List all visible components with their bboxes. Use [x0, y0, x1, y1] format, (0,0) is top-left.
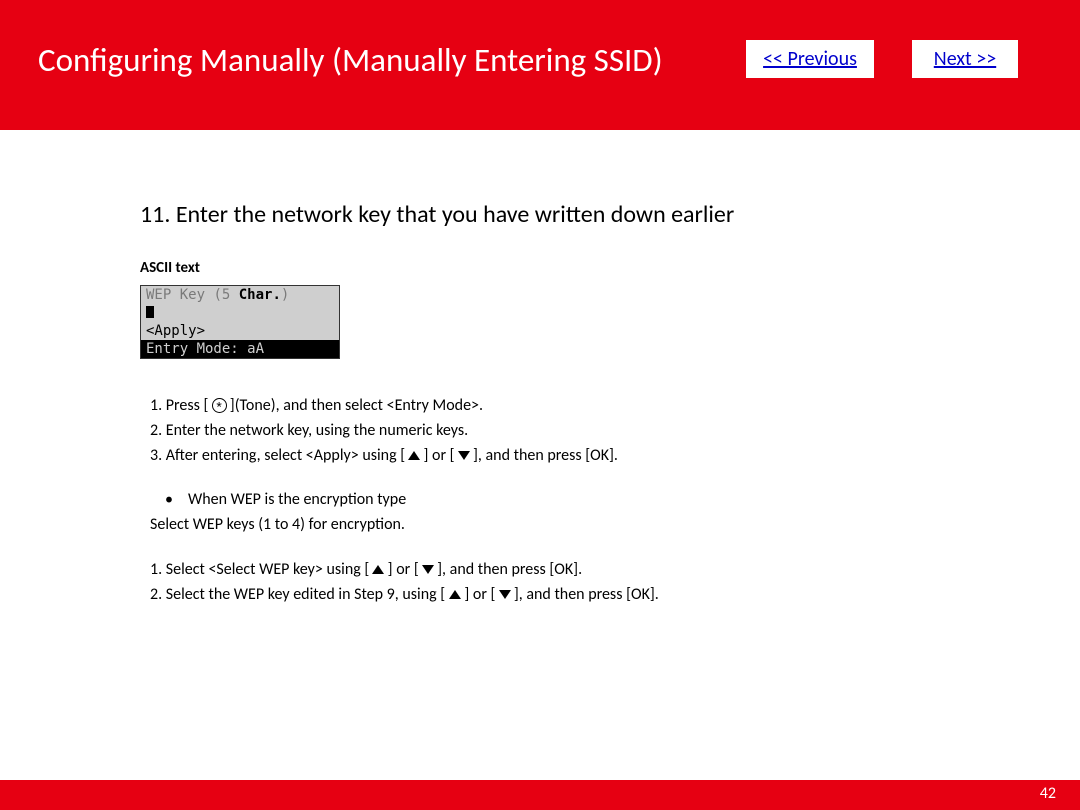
page-number: 42	[1040, 784, 1056, 803]
triangle-down-icon	[422, 565, 434, 574]
lcd-line1-po: (	[213, 287, 221, 303]
lcd-line1-gray: WEP Key	[146, 287, 213, 303]
instruction-2: 2. Enter the network key, using the nume…	[150, 419, 1020, 442]
lcd-line-1: WEP Key (5 Char.)	[141, 286, 339, 304]
instruction-1: 1. Press [ ](Tone), and then select <Ent…	[150, 394, 1020, 417]
lcd-line1-pc: )	[281, 287, 289, 303]
triangle-down-icon	[499, 590, 511, 599]
ascii-text-label: ASCII text	[140, 259, 1020, 277]
triangle-up-icon	[372, 565, 384, 574]
instr-6a: 2. Select the WEP key edited in Step 9, …	[150, 585, 449, 604]
instr-5a: 1. Select <Select WEP key> using [	[150, 560, 372, 579]
page-title: Configuring Manually (Manually Entering …	[38, 40, 663, 80]
next-button[interactable]: Next >>	[912, 40, 1018, 78]
instruction-6: 2. Select the WEP key edited in Step 9, …	[150, 583, 1020, 606]
step-heading: 11. Enter the network key that you have …	[140, 200, 1020, 229]
triangle-up-icon	[449, 590, 461, 599]
spacer-2	[150, 538, 1020, 556]
triangle-up-icon	[408, 451, 420, 460]
spacer	[150, 470, 1020, 488]
step-text: Enter the network key that you have writ…	[176, 200, 734, 229]
instruction-3: 3. After entering, select <Apply> using …	[150, 444, 1020, 467]
triangle-down-icon	[458, 451, 470, 460]
next-link[interactable]: Next >>	[934, 47, 996, 71]
instr-1b: ](Tone), and then select <Entry Mode>.	[227, 396, 483, 415]
instr-3b: ] or [	[420, 446, 457, 465]
previous-button[interactable]: << Previous	[746, 40, 874, 78]
instruction-5: 1. Select <Select WEP key> using [ ] or …	[150, 558, 1020, 581]
instr-3c: ], and then press [OK].	[470, 446, 618, 465]
tone-icon	[212, 398, 227, 413]
lcd-line-2	[141, 304, 339, 322]
lcd-line-3: <Apply>	[141, 322, 339, 340]
lcd-screen: WEP Key (5 Char.) <Apply> Entry Mode: aA	[140, 285, 340, 359]
bullet-text: When WEP is the encryption type	[188, 488, 406, 511]
instr-5c: ], and then press [OK].	[434, 560, 582, 579]
instructions-block: 1. Press [ ](Tone), and then select <Ent…	[150, 394, 1020, 606]
cursor-icon	[146, 306, 154, 318]
instr-3a: 3. After entering, select <Apply> using …	[150, 446, 408, 465]
header-bar: Configuring Manually (Manually Entering …	[0, 0, 1080, 130]
bullet-icon: •	[150, 488, 188, 511]
lcd-line1-bold: Char.	[239, 287, 281, 303]
previous-link[interactable]: << Previous	[763, 47, 857, 71]
instr-6c: ], and then press [OK].	[511, 585, 659, 604]
content-area: 11. Enter the network key that you have …	[140, 200, 1020, 608]
instr-5b: ] or [	[384, 560, 421, 579]
footer-bar: 42	[0, 780, 1080, 810]
wep-bullet: • When WEP is the encryption type	[150, 488, 1020, 511]
step-number: 11.	[140, 200, 170, 229]
lcd-line1-5: 5	[222, 287, 239, 303]
lcd-line-4: Entry Mode: aA	[141, 340, 339, 358]
instr-6b: ] or [	[461, 585, 499, 604]
instruction-4: Select WEP keys (1 to 4) for encryption.	[150, 513, 1020, 536]
slide: Configuring Manually (Manually Entering …	[0, 0, 1080, 810]
instr-1a: 1. Press [	[150, 396, 212, 415]
